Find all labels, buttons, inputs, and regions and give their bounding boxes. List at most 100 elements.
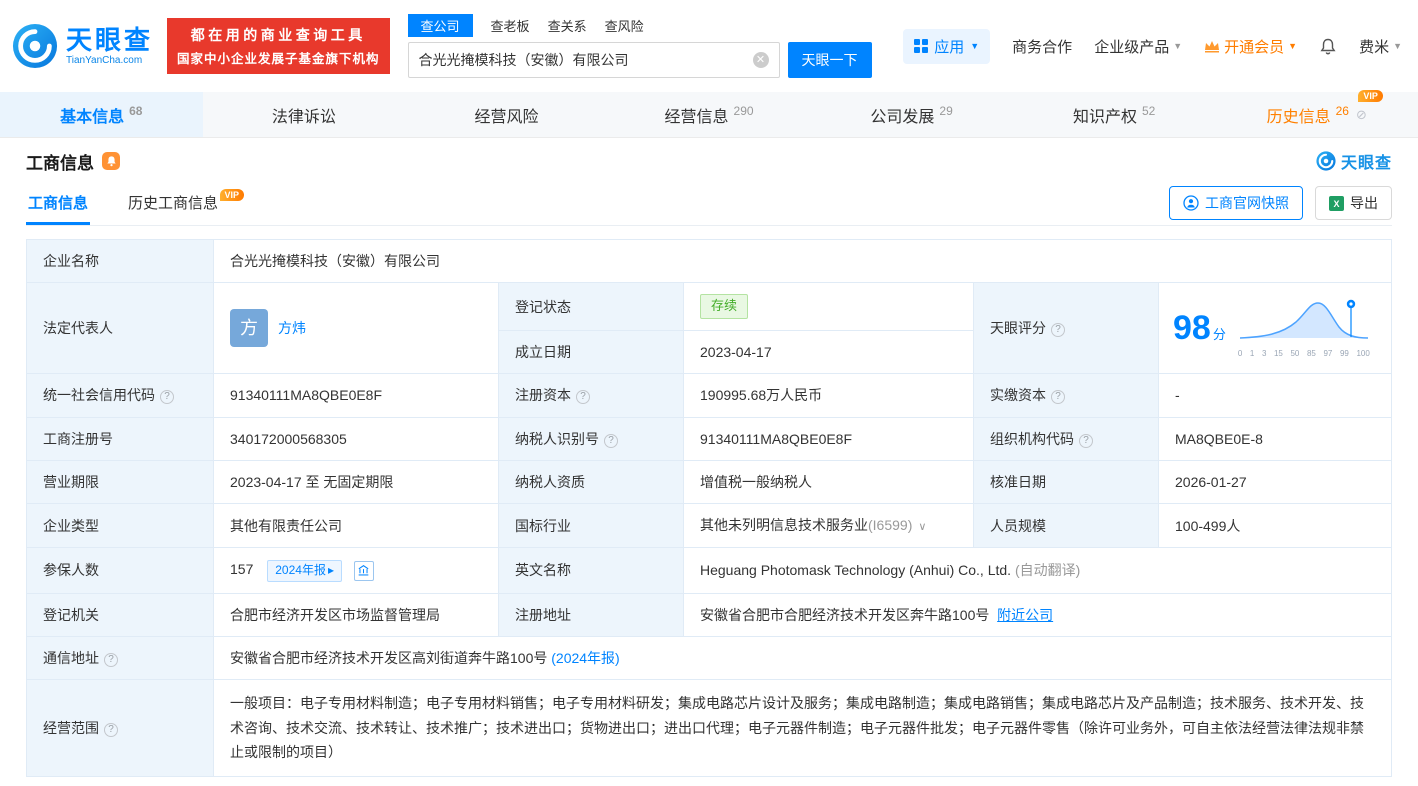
search-tab-risk[interactable]: 查风险 (605, 16, 644, 35)
social-insurance-icon[interactable] (354, 561, 374, 581)
legal-rep-name-link[interactable]: 方炜 (278, 318, 306, 338)
subtab-business-info[interactable]: 工商信息 (26, 192, 90, 225)
crown-icon (1204, 39, 1220, 53)
watermark-text: 天眼查 (1341, 149, 1392, 173)
tianyancha-logo-icon (1316, 151, 1336, 171)
field-value-reg-address: 安徽省合肥市合肥经济技术开发区奔牛路100号 附近公司 (684, 593, 1392, 636)
logo-title: 天眼查 (66, 26, 153, 55)
promo-banner: 都在用的商业查询工具 国家中小企业发展子基金旗下机构 (167, 18, 390, 74)
official-snapshot-button[interactable]: 工商官网快照 (1169, 186, 1303, 220)
field-label-staff-size: 人员规模 (974, 504, 1159, 548)
nav-open-vip[interactable]: 开通会员 ▼ (1204, 36, 1297, 57)
search-button[interactable]: 天眼一下 (788, 42, 872, 78)
logo-domain: TianYanCha.com (66, 55, 153, 66)
apps-menu[interactable]: 应用 ▼ (903, 29, 990, 64)
section-title: 工商信息 (26, 149, 94, 174)
apps-grid-icon (914, 39, 928, 53)
subtab-history-business-info[interactable]: 历史工商信息 VIP (126, 192, 220, 225)
tab-basic-info[interactable]: 基本信息 68 (0, 92, 203, 137)
tab-intellectual-property[interactable]: 知识产权52 (1013, 92, 1216, 137)
table-row: 企业类型 其他有限责任公司 国标行业 其他未列明信息技术服务业(I6599)∨ … (27, 504, 1392, 548)
table-row: 参保人数 157 2024年报▸ 英文名称 Heguang Photomask … (27, 548, 1392, 593)
industry-code: (I6599) (868, 517, 912, 533)
help-icon[interactable]: ? (104, 723, 118, 737)
search-box[interactable]: ✕ (408, 42, 780, 78)
excel-icon: X (1329, 196, 1344, 211)
export-button[interactable]: X 导出 (1315, 186, 1392, 220)
field-value-established: 2023-04-17 (684, 331, 974, 374)
caret-down-icon: ▼ (1173, 41, 1182, 51)
score-chart: 0131550859799100 (1238, 297, 1370, 359)
tab-operation-risk[interactable]: 经营风险 (405, 92, 608, 137)
search-tab-relation[interactable]: 查关系 (548, 16, 587, 35)
annual-report-link[interactable]: (2024年报) (551, 650, 619, 666)
field-value-company-name: 合光光掩模科技（安徽）有限公司 (214, 240, 1392, 283)
annual-report-badge[interactable]: 2024年报▸ (267, 560, 342, 581)
field-label-score: 天眼评分? (974, 283, 1159, 374)
nav-enterprise-products[interactable]: 企业级产品 ▼ (1094, 36, 1182, 57)
tab-label: 基本信息 (60, 103, 124, 127)
promo-line1: 都在用的商业查询工具 (177, 25, 380, 45)
tianyancha-logo-icon (12, 23, 58, 69)
legal-rep-avatar[interactable]: 方 (230, 309, 268, 347)
field-label-org-code: 组织机构代码? (974, 417, 1159, 460)
tab-history-info[interactable]: 历史信息 26 VIP ⊘ (1215, 92, 1418, 137)
field-label-business-scope: 经营范围? (27, 680, 214, 777)
help-icon[interactable]: ? (576, 390, 590, 404)
tianyancha-logo[interactable]: 天眼查 TianYanCha.com (12, 23, 153, 69)
field-label-authority: 登记机关 (27, 593, 214, 636)
help-icon[interactable]: ? (160, 390, 174, 404)
nav-business-cooperation[interactable]: 商务合作 (1012, 36, 1072, 57)
field-value-legal-rep: 方 方炜 (214, 283, 499, 374)
field-label-english-name: 英文名称 (499, 548, 684, 593)
field-value-insured-count: 157 2024年报▸ (214, 548, 499, 593)
help-icon[interactable]: ? (604, 434, 618, 448)
help-icon[interactable]: ? (1051, 323, 1065, 337)
nearby-companies-link[interactable]: 附近公司 (997, 607, 1053, 623)
annual-report-label: 2024年报 (275, 562, 326, 579)
snapshot-person-icon (1183, 195, 1199, 211)
subscribe-bell-icon[interactable] (102, 152, 120, 170)
field-value-credit-code: 91340111MA8QBE0E8F (214, 374, 499, 417)
apps-label: 应用 (934, 36, 964, 57)
field-label-industry: 国标行业 (499, 504, 684, 548)
notification-bell-icon[interactable] (1319, 37, 1337, 56)
help-icon[interactable]: ? (104, 653, 118, 667)
help-icon[interactable]: ? (1051, 390, 1065, 404)
table-row: 法定代表人 方 方炜 登记状态 存续 天眼评分? (27, 283, 1392, 331)
caret-down-icon: ▼ (1288, 41, 1297, 51)
subtabs-row: 工商信息 历史工商信息 VIP 工商官网快照 X 导出 (26, 184, 1392, 226)
nav-vip-label: 开通会员 (1224, 36, 1284, 57)
caret-down-icon: ▼ (1393, 41, 1402, 51)
caret-down-icon: ▼ (970, 41, 979, 51)
main-nav-tabs: 基本信息 68 法律诉讼 经营风险 经营信息290 公司发展29 知识产权52 历… (0, 92, 1418, 138)
score-chart-ticks: 0131550859799100 (1238, 348, 1370, 360)
search-tab-company[interactable]: 查公司 (408, 14, 473, 37)
search-tab-boss[interactable]: 查老板 (491, 16, 530, 35)
help-icon[interactable]: ? (1079, 434, 1093, 448)
tab-count: 68 (129, 104, 142, 118)
tab-count: 290 (734, 104, 754, 118)
snapshot-label: 工商官网快照 (1205, 193, 1289, 213)
score-value: 98分 (1173, 311, 1226, 345)
field-value-tax-id: 91340111MA8QBE0E8F (684, 417, 974, 460)
tab-count: 52 (1142, 104, 1155, 118)
tab-company-development[interactable]: 公司发展29 (810, 92, 1013, 137)
field-value-industry: 其他未列明信息技术服务业(I6599)∨ (684, 504, 974, 548)
user-name: 费米 (1359, 36, 1389, 57)
clear-icon[interactable]: ✕ (753, 52, 769, 68)
field-value-reg-capital: 190995.68万人民币 (684, 374, 974, 417)
nav-enterprise-label: 企业级产品 (1094, 36, 1169, 57)
field-label-term: 营业期限 (27, 461, 214, 504)
user-menu[interactable]: 费米 ▼ (1359, 36, 1402, 57)
field-value-staff-size: 100-499人 (1159, 504, 1392, 548)
chevron-down-icon[interactable]: ∨ (918, 521, 926, 533)
arrow-right-icon: ▸ (328, 562, 334, 579)
tab-count: 26 (1336, 104, 1349, 118)
tab-legal-litigation[interactable]: 法律诉讼 (203, 92, 406, 137)
tab-label: 法律诉讼 (272, 103, 336, 127)
tab-operation-info[interactable]: 经营信息290 (608, 92, 811, 137)
hide-icon[interactable]: ⊘ (1356, 107, 1367, 123)
field-value-mail-address: 安徽省合肥市经济技术开发区高刘街道奔牛路100号 (2024年报) (214, 636, 1392, 679)
search-input[interactable] (419, 52, 753, 68)
